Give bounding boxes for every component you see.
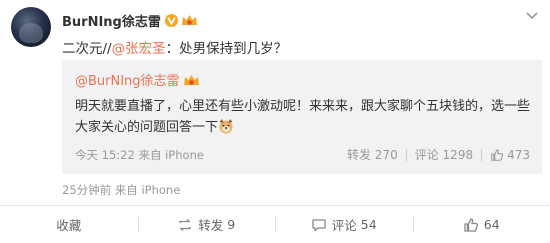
post-source[interactable]: iPhone bbox=[141, 183, 180, 197]
comment-icon bbox=[312, 218, 326, 231]
quote-meta: 今天 15:22 来自 iPhone bbox=[75, 147, 204, 163]
post-username[interactable]: BurNIng徐志雷 bbox=[62, 11, 161, 30]
thumbs-up-icon bbox=[464, 218, 478, 232]
post-source-label: 来自 bbox=[114, 183, 138, 197]
quote-repost-count: 270 bbox=[374, 148, 398, 162]
repost-count: 9 bbox=[227, 217, 236, 232]
divider bbox=[481, 148, 483, 161]
repost-button[interactable]: 转发 9 bbox=[137, 206, 276, 243]
favorite-label: 收藏 bbox=[56, 218, 82, 233]
comment-button[interactable]: 评论 54 bbox=[275, 206, 413, 243]
post-text-prefix: 二次元// bbox=[62, 41, 112, 57]
quote-text-body: 明天就要直播了，心里还有些小激动呢！来来来，跟大家聊个五块钱的，选一些大家关心的… bbox=[75, 99, 531, 135]
vip-crown-icon bbox=[181, 15, 197, 25]
like-button[interactable]: 64 bbox=[412, 206, 550, 243]
favorite-button[interactable]: 收藏 bbox=[0, 206, 138, 243]
quote-source[interactable]: iPhone bbox=[165, 148, 204, 162]
verified-v-icon bbox=[164, 13, 178, 27]
post-text: 二次元//@张宏圣：处男保持到几岁？ bbox=[62, 37, 287, 57]
quote-comment-link[interactable]: 评论 1298 bbox=[415, 146, 473, 163]
quote-like-link[interactable]: 473 bbox=[490, 148, 530, 162]
thumbs-up-icon bbox=[491, 148, 504, 161]
post-header: BurNIng徐志雷 bbox=[62, 11, 198, 30]
divider bbox=[405, 148, 407, 161]
dog-emoji-icon bbox=[219, 119, 233, 134]
action-bar: 收藏 转发 9 评论 54 64 bbox=[0, 205, 550, 243]
avatar[interactable] bbox=[11, 7, 51, 47]
chevron-down-icon[interactable] bbox=[524, 8, 540, 22]
quote-comment-count: 1298 bbox=[442, 148, 474, 162]
quote-comment-label: 评论 bbox=[414, 148, 439, 162]
like-count: 64 bbox=[483, 217, 500, 232]
comment-label: 评论 bbox=[331, 218, 357, 233]
quote-repost-link[interactable]: 转发 270 bbox=[347, 146, 398, 163]
quote-text: 明天就要直播了，心里还有些小激动呢！来来来，跟大家聊个五块钱的，选一些大家关心的… bbox=[75, 96, 535, 138]
post-meta: 25分钟前 来自 iPhone bbox=[62, 182, 180, 198]
post-text-suffix: ：处男保持到几岁？ bbox=[165, 41, 288, 57]
quoted-post[interactable]: @BurNIng徐志雷 明天就要直播了，心里还有些小激动呢！来来来，跟大家聊个五… bbox=[62, 60, 542, 174]
quote-like-count: 473 bbox=[507, 147, 530, 162]
quote-username[interactable]: @BurNIng徐志雷 bbox=[75, 70, 180, 89]
quote-stats: 转发 270 评论 1298 473 bbox=[347, 146, 530, 163]
mention-link[interactable]: @张宏圣 bbox=[112, 41, 166, 57]
post-time[interactable]: 25分钟前 bbox=[62, 183, 111, 197]
repost-label: 转发 bbox=[198, 218, 224, 233]
quote-repost-label: 转发 bbox=[346, 148, 371, 162]
quote-source-label: 来自 bbox=[138, 148, 162, 162]
vip-crown-icon bbox=[183, 74, 199, 85]
comment-count: 54 bbox=[360, 217, 377, 232]
quote-header: @BurNIng徐志雷 bbox=[75, 70, 200, 89]
quote-time[interactable]: 今天 15:22 bbox=[75, 148, 135, 162]
repost-icon bbox=[179, 218, 191, 231]
